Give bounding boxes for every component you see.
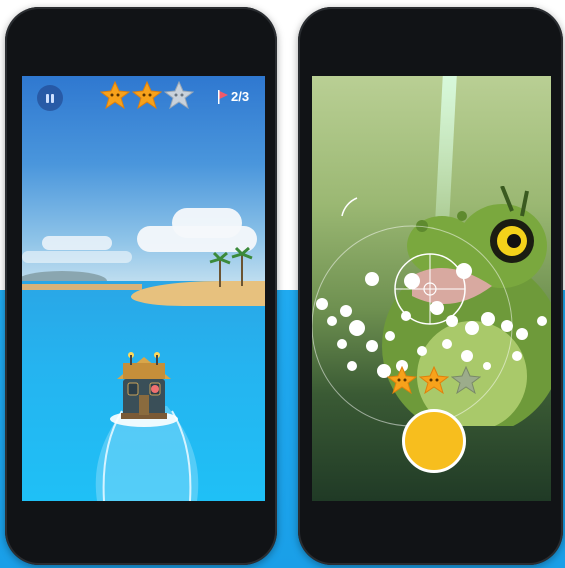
star-icon-filled (100, 81, 130, 109)
capture-button[interactable] (402, 409, 466, 473)
star-icon-filled (419, 366, 449, 394)
pause-button[interactable] (37, 85, 63, 111)
level-progress: 2/3 (218, 89, 249, 104)
palm-trees (209, 246, 253, 287)
beach-strip (22, 284, 142, 290)
cloud (172, 208, 242, 238)
star-icon-empty (164, 81, 194, 109)
star-icon-filled (387, 366, 417, 394)
level-progress-text: 2/3 (231, 89, 250, 104)
pause-icon (46, 93, 49, 103)
cloud (42, 236, 112, 250)
star-rating-small (387, 366, 481, 394)
phone-right (298, 7, 563, 565)
game-hud: 2/3 (22, 76, 265, 116)
game-screen-frog (312, 76, 551, 501)
flag-icon (218, 89, 228, 104)
house-boat (110, 352, 178, 427)
phone-left: 2/3 (5, 7, 277, 565)
cloud (22, 251, 132, 263)
star-rating (100, 81, 194, 109)
star-icon-empty (451, 366, 481, 394)
star-icon-filled (132, 81, 162, 109)
game-screen-boat: 2/3 (22, 76, 265, 501)
